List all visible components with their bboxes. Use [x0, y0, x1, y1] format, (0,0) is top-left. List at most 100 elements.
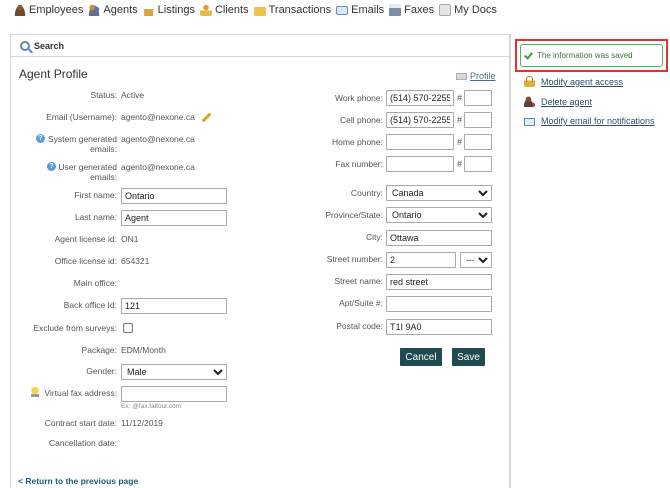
home-phone-label: Home phone:: [331, 137, 383, 147]
fax-number-label: Fax number:: [335, 159, 383, 169]
province-select[interactable]: Ontario: [386, 207, 492, 223]
work-ext-hash: #: [457, 93, 463, 103]
gender-label: Gender:: [86, 366, 117, 376]
street-name-label: Street name:: [334, 276, 383, 286]
modify-agent-access-label: Modify agent access: [541, 76, 624, 87]
city-input[interactable]: [386, 230, 492, 246]
office-license-value: 654321: [121, 256, 150, 266]
first-name-input[interactable]: [121, 188, 227, 204]
lightbulb-icon: [31, 387, 39, 397]
street-number-input[interactable]: [386, 252, 456, 268]
sys-emails-label: System generated emails:: [48, 134, 117, 154]
exclude-surveys-checkbox[interactable]: [123, 323, 133, 333]
agent-profile-panel: Search Agent Profile Profile Status: Act…: [10, 34, 510, 488]
save-button[interactable]: Save: [452, 348, 485, 366]
user-emails-label: User generated emails:: [58, 162, 117, 182]
listings-icon: [142, 4, 155, 16]
office-license-label: Office license id:: [54, 256, 117, 266]
home-ext-input[interactable]: [464, 134, 492, 150]
street-name-input[interactable]: [386, 274, 492, 290]
nav-clients-label: Clients: [214, 4, 249, 16]
user-emails-value: agento@nexone.ca: [121, 162, 195, 172]
nav-transactions-label: Transactions: [268, 4, 332, 16]
nav-listings-label: Listings: [157, 4, 195, 16]
edit-pencil-icon[interactable]: [201, 112, 212, 123]
nav-employees-label: Employees: [29, 4, 84, 16]
save-notice: The information was saved: [520, 44, 663, 67]
nav-listings[interactable]: Listings: [142, 4, 195, 16]
search-bar[interactable]: Search: [11, 35, 509, 57]
nav-transactions[interactable]: Transactions: [253, 4, 332, 16]
employees-icon: [14, 4, 26, 16]
lock-icon: [524, 76, 535, 87]
sys-emails-value: agento@nexone.ca: [121, 134, 195, 144]
agent-license-value: ON1: [121, 234, 139, 244]
province-label: Province/State:: [325, 210, 383, 220]
nav-my-docs-label: My Docs: [454, 4, 497, 16]
nav-emails[interactable]: Emails: [336, 4, 384, 16]
home-ext-hash: #: [457, 137, 463, 147]
apt-suite-input[interactable]: [386, 296, 492, 312]
cell-ext-input[interactable]: [464, 112, 492, 128]
back-office-label: Back office Id:: [63, 300, 117, 310]
profile-link[interactable]: Profile: [456, 71, 496, 81]
return-previous-page-link[interactable]: < Return to the previous page: [18, 476, 138, 486]
fax-number-input[interactable]: [386, 156, 454, 172]
postal-code-input[interactable]: [386, 319, 492, 335]
street-suffix-select[interactable]: ---: [460, 252, 492, 268]
fax-ext-hash: #: [457, 159, 463, 169]
nav-emails-label: Emails: [351, 4, 385, 16]
virtual-fax-input[interactable]: [121, 386, 227, 402]
work-ext-input[interactable]: [464, 90, 492, 106]
nav-agents[interactable]: Agents: [88, 4, 138, 16]
country-select[interactable]: Canada: [386, 185, 492, 201]
apt-suite-label: Apt/Suite #:: [339, 298, 383, 308]
work-phone-label: Work phone:: [334, 93, 383, 103]
cancellation-label: Cancellation date:: [48, 438, 117, 448]
profile-link-label: Profile: [470, 71, 496, 81]
profile-card-icon: [456, 72, 467, 80]
help-icon[interactable]: ?: [47, 162, 56, 171]
delete-agent-link[interactable]: Delete agent: [524, 96, 592, 107]
exclude-surveys-label: Exclude from surveys:: [33, 323, 117, 333]
last-name-input[interactable]: [121, 210, 227, 226]
country-label: Country:: [350, 188, 383, 198]
nav-my-docs[interactable]: My Docs: [439, 4, 497, 16]
work-phone-input[interactable]: [386, 90, 454, 106]
nav-clients[interactable]: Clients: [199, 4, 249, 16]
cell-phone-input[interactable]: [386, 112, 454, 128]
status-value: Active: [121, 90, 145, 100]
last-name-label: Last name:: [74, 212, 117, 222]
main-office-label: Main office:: [73, 278, 117, 288]
cancel-button[interactable]: Cancel: [400, 348, 442, 366]
agents-icon: [88, 4, 101, 16]
email-label: Email (Username):: [46, 112, 117, 122]
virtual-fax-label: Virtual fax address:: [44, 388, 117, 398]
contract-start-label: Contract start date:: [44, 418, 117, 428]
modify-agent-access-link[interactable]: Modify agent access: [524, 76, 623, 87]
first-name-label: First name:: [74, 190, 117, 200]
nav-faxes-label: Faxes: [404, 4, 435, 16]
search-label: Search: [34, 40, 65, 51]
city-label: City:: [366, 232, 383, 242]
home-phone-input[interactable]: [386, 134, 454, 150]
fax-ext-input[interactable]: [464, 156, 492, 172]
modify-email-notifications-link[interactable]: Modify email for notifications: [524, 116, 655, 126]
help-icon[interactable]: ?: [36, 134, 45, 143]
emails-icon: [336, 6, 349, 15]
save-notice-highlight: The information was saved: [515, 39, 668, 72]
nav-faxes[interactable]: Faxes: [389, 4, 434, 16]
package-value: EDM/Month: [121, 345, 166, 355]
page-title: Agent Profile: [19, 67, 88, 81]
back-office-input[interactable]: [121, 298, 227, 314]
gender-select[interactable]: Male: [121, 364, 227, 380]
modify-email-notifications-label: Modify email for notifications: [541, 116, 655, 126]
postal-code-label: Postal code:: [336, 321, 383, 331]
nav-employees[interactable]: Employees: [14, 4, 83, 16]
checkmark-icon: [525, 51, 534, 60]
package-label: Package:: [81, 345, 117, 355]
faxes-icon: [389, 4, 402, 16]
right-sidebar: The information was saved Modify agent a…: [510, 34, 670, 488]
save-notice-text: The information was saved: [537, 51, 633, 60]
envelope-icon: [524, 117, 535, 126]
